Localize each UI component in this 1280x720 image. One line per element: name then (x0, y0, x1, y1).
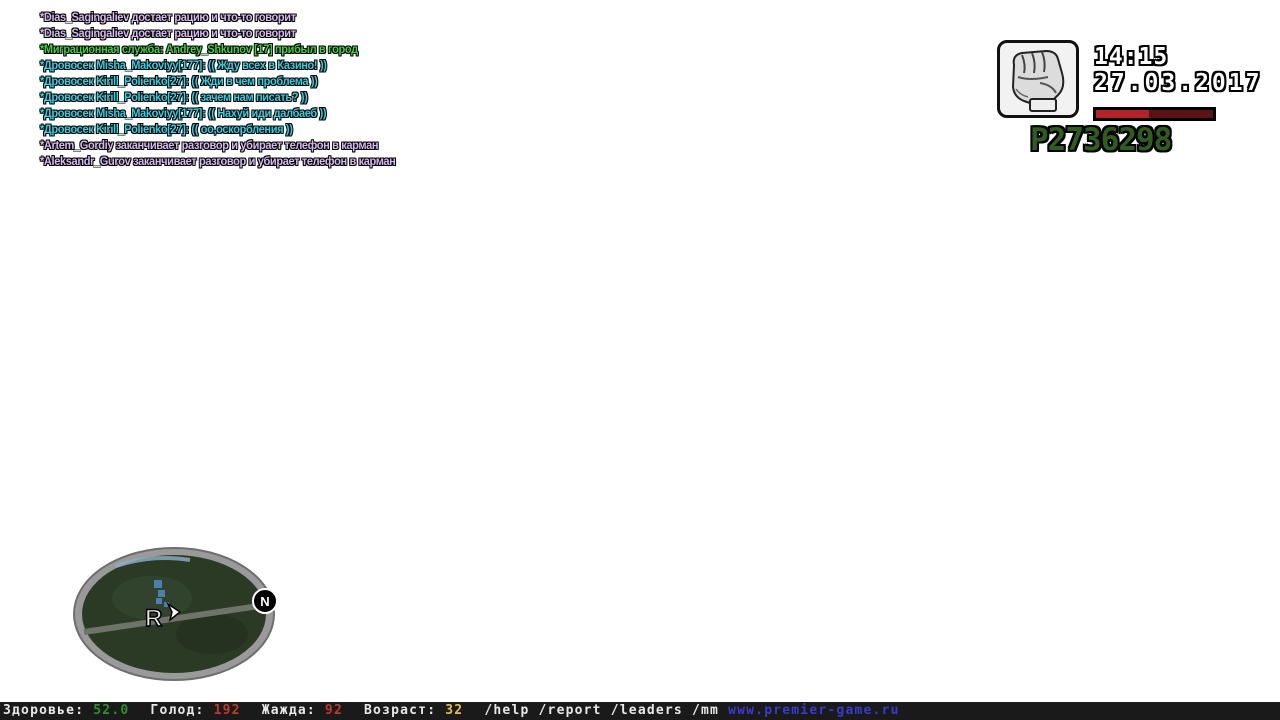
hunger-value: 192 (213, 703, 241, 718)
hunger-label: Голод: (150, 703, 214, 718)
fist-icon (1011, 49, 1065, 112)
chat-line: *Дровосек Kirill_Polienko[27]: (( Жди в … (40, 74, 318, 88)
chat-line: *Aleksandr_Gurov заканчивает разговор и … (40, 154, 396, 168)
money-counter: P2736298 (1030, 122, 1172, 158)
clock-time: 14:15 (1094, 44, 1169, 70)
radar-minimap: R N (72, 546, 278, 682)
chat-line: *Дровосек Kirill_Polienko[27]: (( зачем … (40, 90, 308, 104)
thirst-label: Жажда: (261, 703, 325, 718)
health-bar-fill (1096, 110, 1149, 118)
player-marker: R (145, 605, 162, 632)
chat-line: *Дровосек Kirill_Polienko[27]: (( оо,оск… (40, 122, 293, 136)
health-bar-track (1096, 110, 1213, 118)
health-value: 52.0 (93, 703, 130, 718)
website-text: www.premier-game.ru (728, 703, 900, 718)
health-bar (1093, 107, 1216, 121)
chat-line: *Дровосек Misha_Makoviyy[177]: (( Жду вс… (40, 58, 327, 72)
north-label: N (260, 594, 269, 609)
commands-text: /help /report /leaders /mm (484, 703, 729, 718)
chat-line: *Dias_Sagingaliev достает рацию и что-то… (40, 26, 296, 40)
chat-line: *Дровосек Misha_Makoviyy[177]: (( Нахуй … (40, 106, 327, 120)
chat-line: *Миграционная служба: Andrey_Shkunov [17… (40, 42, 358, 56)
status-bar: Здоровье: 52.0 Голод: 192 Жажда: 92 Возр… (0, 702, 1280, 720)
chat-log: *Dias_Sagingaliev достает рацию и что-то… (40, 9, 600, 169)
chat-line: *Artem_Gordiy заканчивает разговор и уби… (40, 138, 379, 152)
chat-line: *Dias_Sagingaliev достает рацию и что-то… (40, 10, 296, 24)
health-label: Здоровье: (3, 703, 94, 718)
weapon-slot (997, 40, 1079, 118)
age-label: Возраст: (364, 703, 446, 718)
clock-date: 27.03.2017 (1094, 70, 1263, 96)
age-value: 32 (445, 703, 464, 718)
thirst-value: 92 (324, 703, 343, 718)
